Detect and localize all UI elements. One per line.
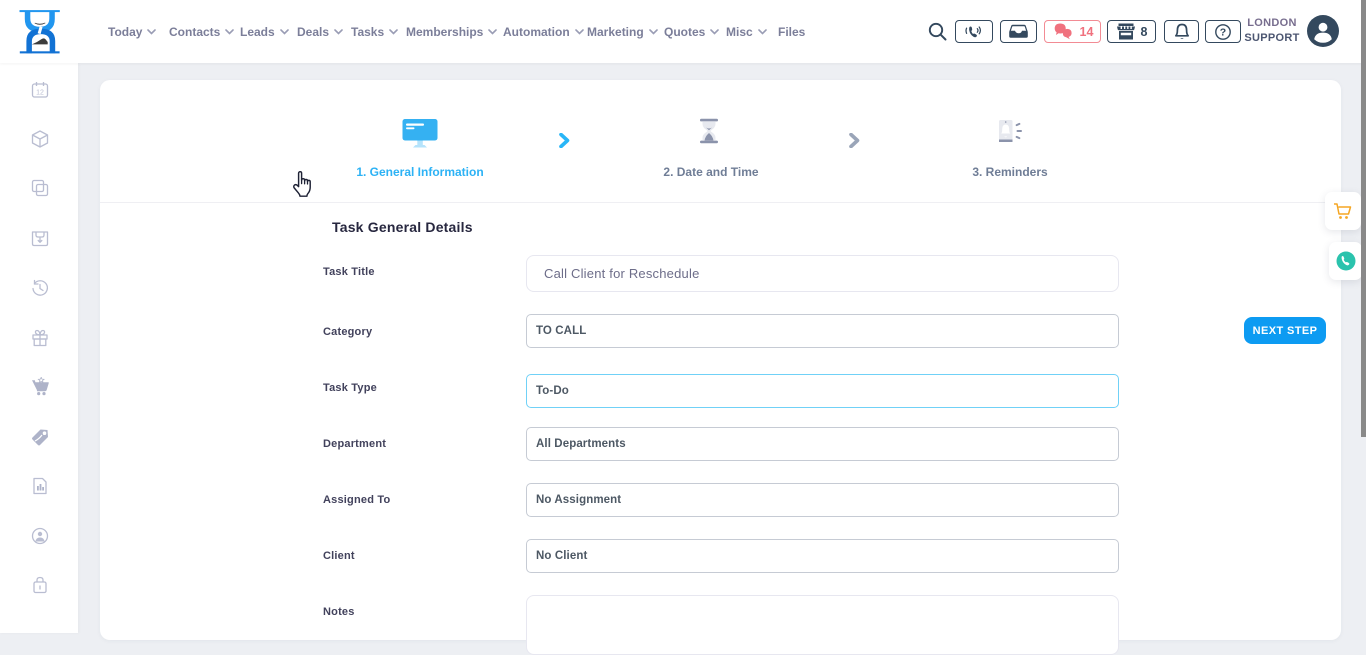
svg-text:?: ? (1220, 26, 1226, 38)
svg-text:12: 12 (36, 90, 44, 97)
